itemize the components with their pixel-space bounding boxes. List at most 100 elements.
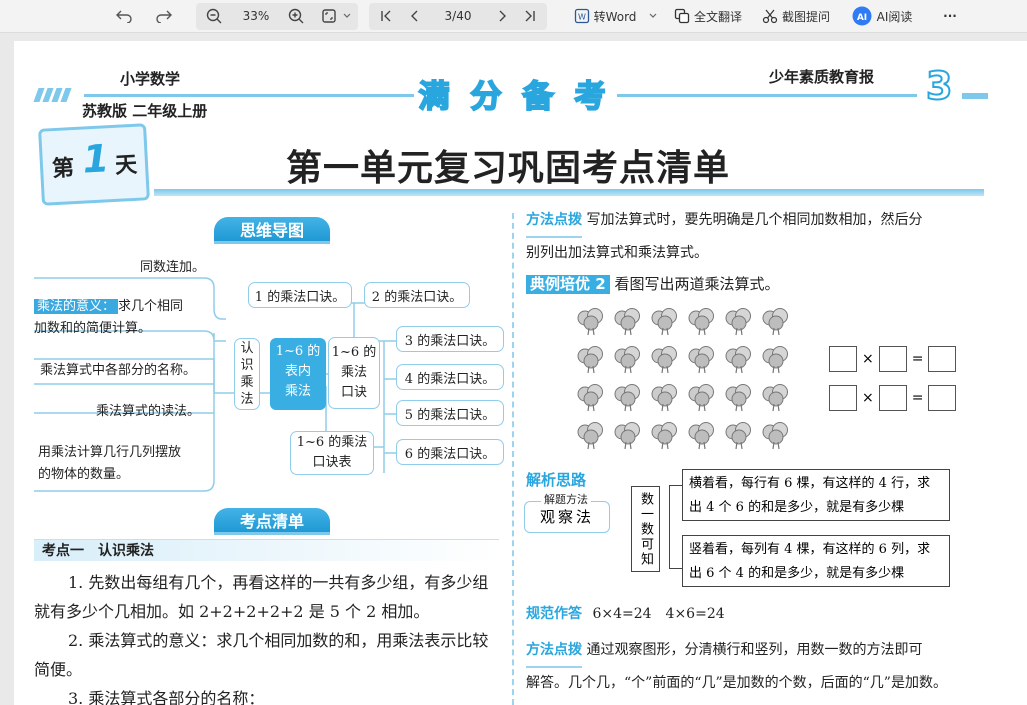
- zoom-level[interactable]: 33%: [238, 4, 274, 28]
- method-tip-2: 方法点拨 通过观察图形，分清横行和竖列，用数一数的方法即可 解答。几个几，“个”…: [526, 635, 1006, 699]
- cabbage-icon: [725, 308, 751, 336]
- cabbage-icon: [577, 422, 603, 450]
- answer-box[interactable]: [829, 385, 857, 411]
- chevron-down-icon[interactable]: [340, 4, 354, 28]
- ai-icon: AI: [852, 6, 872, 26]
- mindmap-item: 乘法的意义： 求几个相同: [34, 296, 183, 318]
- previous-page-icon[interactable]: [405, 4, 425, 28]
- cabbage-icon: [577, 346, 603, 374]
- translate-icon: [674, 8, 690, 24]
- rhyme-6: 6 的乘法口诀。: [396, 439, 504, 465]
- screenshot-ask-label: 截图提问: [781, 9, 830, 24]
- more-icon[interactable]: ···: [938, 4, 962, 28]
- zoom-in-icon[interactable]: [284, 4, 308, 28]
- answer-tag: 规范作答: [526, 606, 582, 622]
- answer-box[interactable]: [928, 346, 957, 372]
- document-page: 小学数学 苏教版 二年级上册 满 分 备 考 少年素质教育报 3 第 1 天 第…: [14, 41, 1027, 705]
- translate-label: 全文翻译: [693, 9, 742, 24]
- example-prompt: 典例培优 2 看图写出两道乘法算式。: [526, 269, 1006, 300]
- kaodian-title: 考点一 认识乘法: [34, 539, 499, 561]
- mindmap-item: 同数连加。: [140, 260, 206, 275]
- method-label: 解题方法: [541, 491, 591, 507]
- cabbage-icon: [614, 346, 640, 374]
- next-page-icon[interactable]: [492, 4, 512, 28]
- mindmap-item: 用乘法计算几行几列摆放: [38, 445, 182, 460]
- cabbage-icon: [688, 384, 714, 412]
- page-indicator[interactable]: 3/40: [438, 4, 478, 28]
- cabbage-icon: [614, 308, 640, 336]
- rhyme-4: 4 的乘法口诀。: [396, 364, 504, 390]
- to-word-chevron-icon[interactable]: [646, 4, 660, 28]
- analysis-tag: 解析思路: [526, 471, 587, 489]
- rhyme-1: 1 的乘法口诀。: [248, 282, 352, 308]
- method-tip-1: 方法点拨 写加法算式时，要先明确是几个相同加数相加，然后分 别列出加法算式和乘法…: [526, 205, 1006, 269]
- answer-box[interactable]: [928, 385, 957, 411]
- undo-icon[interactable]: [112, 4, 136, 28]
- cabbage-icon: [651, 422, 677, 450]
- word-icon: W: [574, 8, 590, 24]
- cabbage-icon: [651, 346, 677, 374]
- cabbage-icon: [651, 308, 677, 336]
- checklist-paragraph: 3. 乘法算式各部分的名称：: [68, 689, 265, 705]
- equation-row-1: × =: [829, 346, 957, 372]
- rhyme-5: 5 的乘法口诀。: [396, 400, 504, 426]
- rhyme-3: 3 的乘法口诀。: [396, 326, 504, 352]
- checklist-paragraph: 2. 乘法算式的意义：求几个相同加数的和，用乘法表示比较: [68, 631, 489, 650]
- screenshot-ask-button[interactable]: 截图提问: [760, 4, 832, 28]
- first-page-icon[interactable]: [376, 4, 396, 28]
- scissors-icon: [762, 8, 778, 24]
- answer-box[interactable]: [878, 346, 907, 372]
- count-box: 数一数可知: [631, 486, 660, 572]
- explanation-vertical: 竖着看，每列有 4 棵，有这样的 6 列，求出 6 个 4 的和是多少，就是有多…: [682, 535, 950, 587]
- cabbage-icon: [725, 422, 751, 450]
- zoom-out-icon[interactable]: [202, 4, 226, 28]
- cabbage-icon: [614, 422, 640, 450]
- mindmap-item: 的物体的数量。: [38, 467, 130, 482]
- ai-read-label: AI阅读: [876, 9, 913, 24]
- mindmap-item: 加数和的简便计算。: [34, 321, 152, 336]
- cabbage-icon: [614, 384, 640, 412]
- checklist-paragraph: 1. 先数出每组有几个，再看这样的一共有多少组，有多少组: [68, 573, 489, 592]
- header-divider: [962, 93, 988, 99]
- cabbage-icon: [762, 422, 788, 450]
- bracket: [669, 485, 682, 569]
- rhyme-2: 2 的乘法口诀。: [364, 282, 470, 308]
- cabbage-icon: [688, 346, 714, 374]
- mindmap-item: 乘法算式的读法。: [96, 404, 201, 419]
- cabbage-icon: [577, 308, 603, 336]
- to-word-label: 转Word: [593, 9, 637, 24]
- cabbage-icon: [762, 346, 788, 374]
- header-divider: [617, 94, 917, 97]
- last-page-icon[interactable]: [520, 4, 540, 28]
- answer-box[interactable]: [829, 346, 857, 372]
- meaning-label: 乘法的意义：: [34, 299, 119, 314]
- cabbage-icon: [725, 346, 751, 374]
- cabbage-icon: [688, 308, 714, 336]
- formula-box: 1~6 的乘法 口诀: [328, 337, 380, 409]
- heading-underline: [214, 532, 330, 535]
- svg-text:W: W: [578, 13, 586, 22]
- method-tip-tag: 方法点拨: [526, 635, 582, 668]
- redo-icon[interactable]: [152, 4, 176, 28]
- newspaper-name: 少年素质教育报: [769, 68, 875, 86]
- svg-text:AI: AI: [856, 13, 866, 23]
- viewer-toolbar: 33% 3/40 W 转Word 全文翻译 截图提问 AI AI阅读 ···: [0, 0, 1027, 33]
- answer-box[interactable]: [878, 385, 907, 411]
- cabbage-icon: [762, 384, 788, 412]
- cabbage-icon: [651, 384, 677, 412]
- checklist-paragraph: 就有多少个几相加。如 2+2+2+2+2 是 5 个 2 相加。: [34, 602, 430, 621]
- checklist-paragraph: 简便。: [34, 660, 83, 679]
- mindmap-connectors: [34, 277, 399, 492]
- explanation-horizontal: 横着看，每行有 6 棵，有这样的 4 行，求出 4 个 6 的和是多少，就是有多…: [682, 469, 950, 521]
- to-word-button[interactable]: W 转Word: [570, 4, 640, 28]
- mindmap-item: 乘法算式中各部分的名称。: [40, 363, 197, 378]
- recognize-multiplication-box: 认识乘法: [234, 338, 260, 410]
- translate-button[interactable]: 全文翻译: [672, 4, 744, 28]
- mindmap-center: 1~6 的表内 乘法: [270, 338, 326, 410]
- method-tip-tag: 方法点拨: [526, 205, 582, 238]
- formula-table-box: 1~6 的乘法 口诀表: [290, 431, 374, 475]
- fit-page-icon[interactable]: [318, 4, 340, 28]
- equation-row-2: × =: [829, 385, 957, 411]
- ai-read-button[interactable]: AI AI阅读: [848, 4, 916, 28]
- cabbage-icon: [762, 308, 788, 336]
